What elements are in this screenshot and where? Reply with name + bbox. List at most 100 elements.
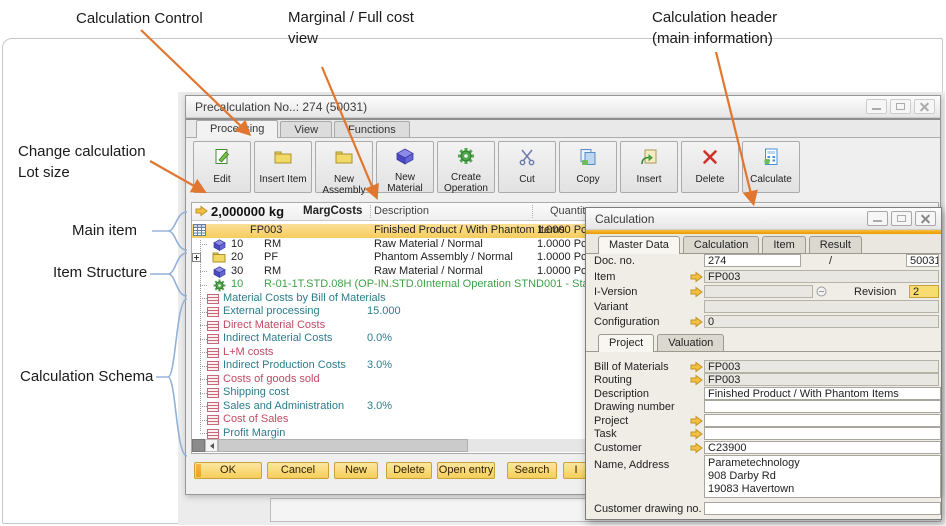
schema-label: Shipping cost [223,386,289,400]
item-field[interactable]: FP003 [704,270,939,283]
link-arrow-icon[interactable] [690,271,703,283]
calculate-button[interactable]: Calculate [742,141,800,193]
configuration-row: Configuration 0 [586,315,941,329]
button-label: Insert Item [259,174,306,185]
tab-view[interactable]: View [280,121,332,137]
drawing-number-field[interactable] [704,400,941,413]
new-assembly-button[interactable]: New Assembly [315,141,373,193]
link-arrow-icon[interactable] [690,316,703,328]
customer-label: Customer [594,442,642,454]
project-label: Project [594,415,628,427]
maximize-icon[interactable] [890,99,911,114]
delete-button[interactable]: Delete [681,141,739,193]
position-number: 20 [231,251,243,265]
edit-icon [212,147,232,172]
item-description: Raw Material / Normal [374,238,483,252]
tab-functions[interactable]: Functions [334,121,410,137]
cost-view-toggle[interactable]: MargCosts [303,205,362,217]
scrollbar-thumb[interactable] [218,439,468,452]
window-controls [866,99,935,114]
name-address-field[interactable]: Parametechnology 908 Darby Rd 19083 Have… [704,455,941,498]
copy-button[interactable]: Copy [559,141,617,193]
tab-processing[interactable]: Processing [196,120,278,138]
doc-no-field[interactable]: 274 [704,254,801,267]
minimize-icon[interactable] [867,211,888,226]
customer-drawing-row: Customer drawing no. [586,502,941,516]
project-field[interactable] [704,414,941,427]
position-number: 10 [231,238,243,252]
close-icon[interactable] [914,99,935,114]
create-operation-button[interactable]: Create Operation [437,141,495,193]
name-address-row: Name, Address Parametechnology 908 Darby… [586,455,941,499]
description-field[interactable]: Finished Product / With Phantom Items [704,387,941,400]
routing-field[interactable]: FP003 [704,373,939,386]
calculation-titlebar[interactable]: Calculation [586,208,941,230]
position-number: 10 [231,278,243,292]
tab-calculation[interactable]: Calculation [683,236,759,253]
edit-button[interactable]: Edit [193,141,251,193]
customer-drawing-field[interactable] [704,502,941,515]
button-label: Calculate [750,174,792,185]
column-separator[interactable] [370,205,371,218]
lot-size-value[interactable]: 2,000000 kg [211,204,284,219]
customer-field[interactable]: C23900 [704,441,941,454]
schema-label: Costs of goods sold [223,373,320,387]
configuration-field[interactable]: 0 [704,315,939,328]
schema-label: Indirect Material Costs [223,332,332,346]
cancel-button[interactable]: Cancel [267,462,329,479]
tab-project[interactable]: Project [598,334,654,352]
delete-entry-button[interactable]: Delete [386,462,432,479]
revision-field[interactable]: 2 [909,285,939,298]
tab-valuation[interactable]: Valuation [657,334,724,351]
tab-item[interactable]: Item [762,236,805,253]
link-arrow-icon[interactable] [690,374,703,386]
schema-label: Indirect Production Costs [223,359,346,373]
tab-master-data[interactable]: Master Data [598,236,680,254]
insert-item-button[interactable]: Insert Item [254,141,312,193]
position-number: 30 [231,265,243,279]
customer-drawing-label: Customer drawing no. [594,503,702,515]
search-button[interactable]: Search [507,462,557,479]
link-arrow-icon[interactable] [690,415,703,427]
bom-field[interactable]: FP003 [704,360,939,373]
item-code: PF [264,251,278,265]
link-arrow-icon[interactable] [690,442,703,454]
button-label: Copy [576,174,599,185]
close-icon[interactable] [915,211,936,226]
scroll-left-icon[interactable] [205,439,218,452]
operation-gear-icon [457,147,475,170]
doc-no2-field[interactable]: 50031 [906,254,939,267]
screenshot-stage: Precalculation No..: 274 (50031) Process… [0,0,946,526]
insert-button[interactable]: Insert [620,141,678,193]
link-arrow-icon[interactable] [690,428,703,440]
link-arrow-icon[interactable] [690,286,703,298]
item-description: Phantom Assembly / Normal [374,251,513,265]
link-arrow-icon[interactable] [690,361,703,373]
ribbon-tabstrip: Processing View Functions [186,118,940,138]
footer-buttons: OK Cancel New Delete Open entry Search I [194,462,589,479]
column-separator[interactable] [532,205,533,218]
description-row: Description Finished Product / With Phan… [586,387,941,401]
open-entry-button[interactable]: Open entry [437,462,495,479]
task-field[interactable] [704,427,941,440]
schema-label: Material Costs by Bill of Materials [223,292,386,306]
tab-result[interactable]: Result [809,236,862,253]
button-label: New Assembly [316,174,372,196]
maximize-icon[interactable] [891,211,912,226]
doc-no-label: Doc. no. [594,255,635,267]
minus-circle-icon[interactable] [816,286,827,300]
doc-no-row: Doc. no. 274 / 50031 [586,254,941,268]
new-material-button[interactable]: New Material [376,141,434,193]
button-label: New Material [377,172,433,194]
annotation-change-lot-size: Change calculation Lot size [18,141,146,183]
new-button[interactable]: New [334,462,378,479]
iversion-field[interactable] [704,285,813,298]
minimize-icon[interactable] [866,99,887,114]
schema-label: Cost of Sales [223,413,288,427]
variant-field[interactable] [704,300,939,313]
iversion-label: I-Version [594,286,637,298]
column-description[interactable]: Description [374,205,429,217]
ok-button[interactable]: OK [194,462,262,479]
cut-button[interactable]: Cut [498,141,556,193]
precalculation-titlebar[interactable]: Precalculation No..: 274 (50031) [186,96,940,118]
